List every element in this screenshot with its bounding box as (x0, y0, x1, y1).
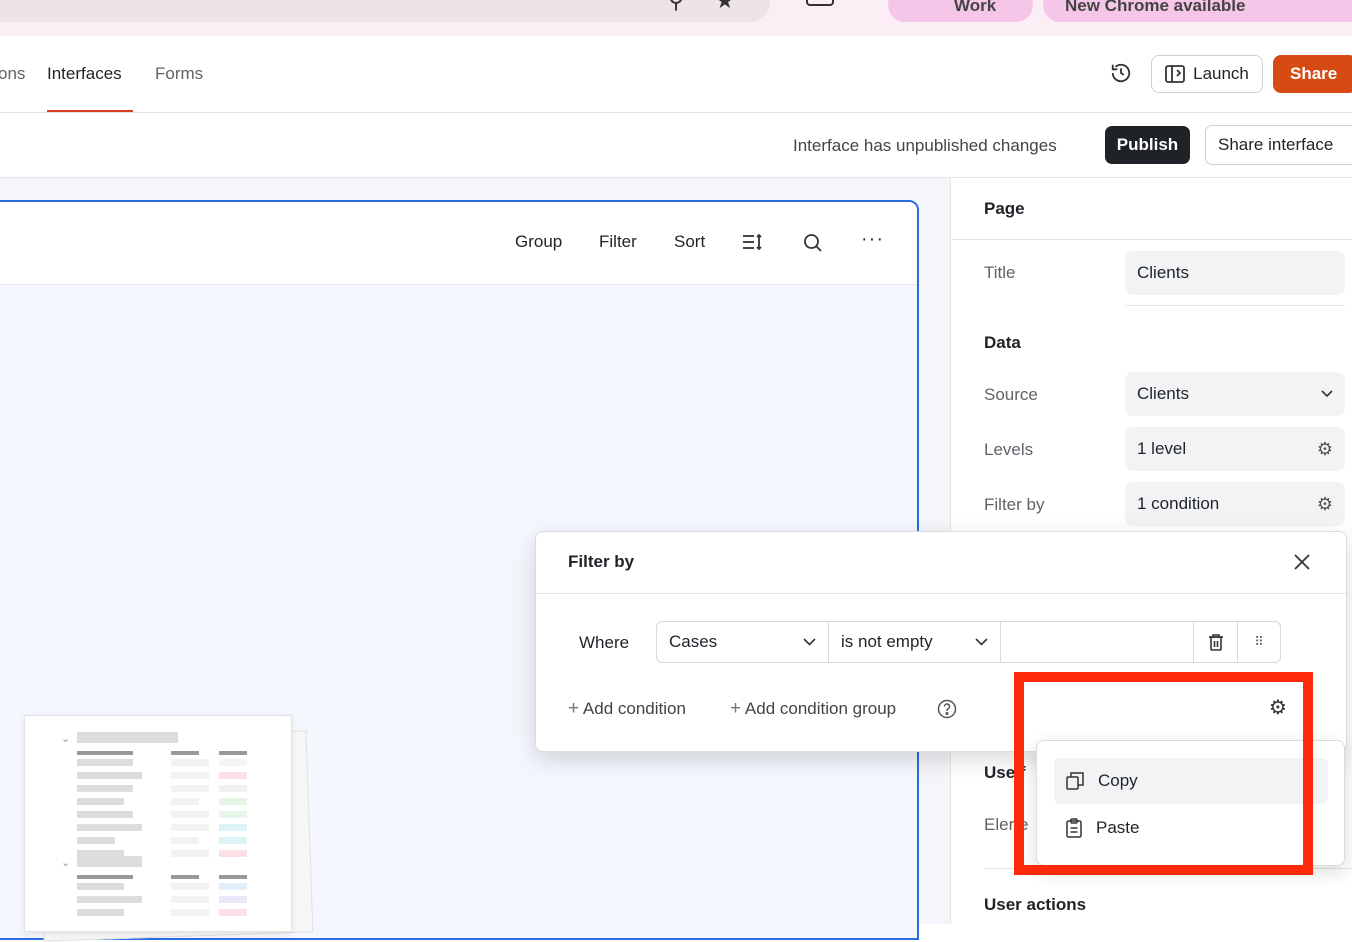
filterby-field[interactable]: 1 condition ⚙ (1125, 482, 1345, 526)
gear-icon[interactable]: ⚙ (1317, 494, 1333, 515)
levels-label: Levels (984, 440, 1034, 459)
publish-button[interactable]: Publish (1105, 126, 1190, 164)
field-value: Cases (669, 632, 718, 651)
address-bar[interactable] (0, 0, 770, 22)
operator-value: is not empty (841, 632, 933, 651)
close-icon[interactable] (1293, 553, 1311, 571)
chevron-down-icon (975, 638, 988, 646)
user-actions-heading: User actions (984, 895, 1087, 914)
update-chip-label: New Chrome available (1065, 0, 1246, 15)
history-icon[interactable] (1110, 62, 1132, 84)
tab-forms[interactable]: Forms (155, 64, 203, 84)
chevron-down-icon (803, 638, 816, 646)
data-heading: Data (984, 333, 1021, 352)
extension-icon[interactable] (806, 0, 834, 6)
share-interface-button[interactable]: Share interface (1205, 125, 1352, 165)
tab-interfaces[interactable]: Interfaces (47, 64, 122, 84)
operator-select[interactable]: is not empty (829, 622, 1001, 662)
filter-popover-title: Filter by (568, 552, 635, 571)
plus-icon: + (568, 698, 580, 719)
row-height-icon[interactable] (742, 233, 764, 251)
divider (951, 239, 1352, 240)
highlight-annotation (1014, 672, 1313, 875)
add-condition-group-button[interactable]: + Add condition group (730, 698, 896, 720)
title-label: Title (984, 263, 1016, 282)
add-condition-group-label: Add condition group (744, 699, 897, 718)
page-heading: Page (984, 199, 1025, 218)
title-field[interactable]: Clients (1125, 251, 1345, 295)
share-button[interactable]: Share (1273, 55, 1352, 93)
active-tab-indicator (47, 110, 133, 112)
publish-label: Publish (1116, 135, 1179, 154)
profile-chip[interactable]: Work (888, 0, 1033, 22)
add-condition-button[interactable]: + Add condition (568, 698, 686, 720)
source-value: Clients (1137, 384, 1189, 403)
condition-row: Cases is not empty ⠿ (656, 621, 1281, 663)
share-label: Share (1290, 64, 1338, 83)
layout-thumbnail: ⌄ ⌄ (24, 715, 292, 932)
add-condition-label: Add condition (582, 699, 686, 718)
search-icon[interactable]: ⚲ (668, 0, 684, 14)
launch-button[interactable]: Launch (1151, 55, 1263, 93)
delete-condition-button[interactable] (1194, 622, 1238, 662)
where-label: Where (579, 633, 630, 652)
source-label: Source (984, 385, 1038, 404)
share-interface-label: Share interface (1218, 135, 1334, 154)
status-bar: Interface has unpublished changes Publis… (0, 113, 1352, 178)
star-icon[interactable]: ★ (715, 0, 735, 14)
chevron-down-icon: ⌄ (61, 733, 71, 745)
filter-button[interactable]: Filter (599, 232, 637, 252)
profile-chip-label: Work (954, 0, 997, 15)
sort-button[interactable]: Sort (674, 232, 705, 252)
divider (536, 593, 1346, 594)
browser-chrome: ⚲ ★ Work New Chrome available (0, 0, 1352, 37)
levels-value: 1 level (1137, 439, 1187, 458)
levels-field[interactable]: 1 level ⚙ (1125, 427, 1345, 471)
chevron-down-icon (1321, 390, 1333, 398)
unpublished-message: Interface has unpublished changes (793, 136, 1057, 155)
more-options-icon[interactable]: ··· (861, 228, 884, 251)
drag-handle-icon[interactable]: ⠿ (1238, 622, 1280, 662)
help-icon[interactable] (937, 699, 957, 719)
plus-icon: + (730, 698, 742, 719)
tab-automations[interactable]: ons (0, 64, 25, 84)
chevron-down-icon: ⌄ (61, 857, 71, 869)
filterby-value: 1 condition (1137, 494, 1220, 513)
element-toolbar: Group Filter Sort ··· (0, 202, 917, 285)
title-value: Clients (1137, 263, 1189, 282)
update-chip[interactable]: New Chrome available (1043, 0, 1352, 22)
value-input[interactable] (1001, 622, 1194, 662)
top-nav: ons Interfaces Forms Launch Share (0, 36, 1352, 113)
launch-icon (1165, 65, 1186, 83)
divider (1125, 305, 1345, 306)
field-select[interactable]: Cases (657, 622, 829, 662)
group-button[interactable]: Group (515, 232, 562, 252)
filterby-label: Filter by (984, 495, 1045, 514)
search-icon[interactable] (803, 233, 823, 253)
launch-label: Launch (1193, 64, 1249, 83)
source-select[interactable]: Clients (1125, 372, 1345, 416)
gear-icon[interactable]: ⚙ (1317, 439, 1333, 460)
trash-icon (1208, 634, 1223, 651)
